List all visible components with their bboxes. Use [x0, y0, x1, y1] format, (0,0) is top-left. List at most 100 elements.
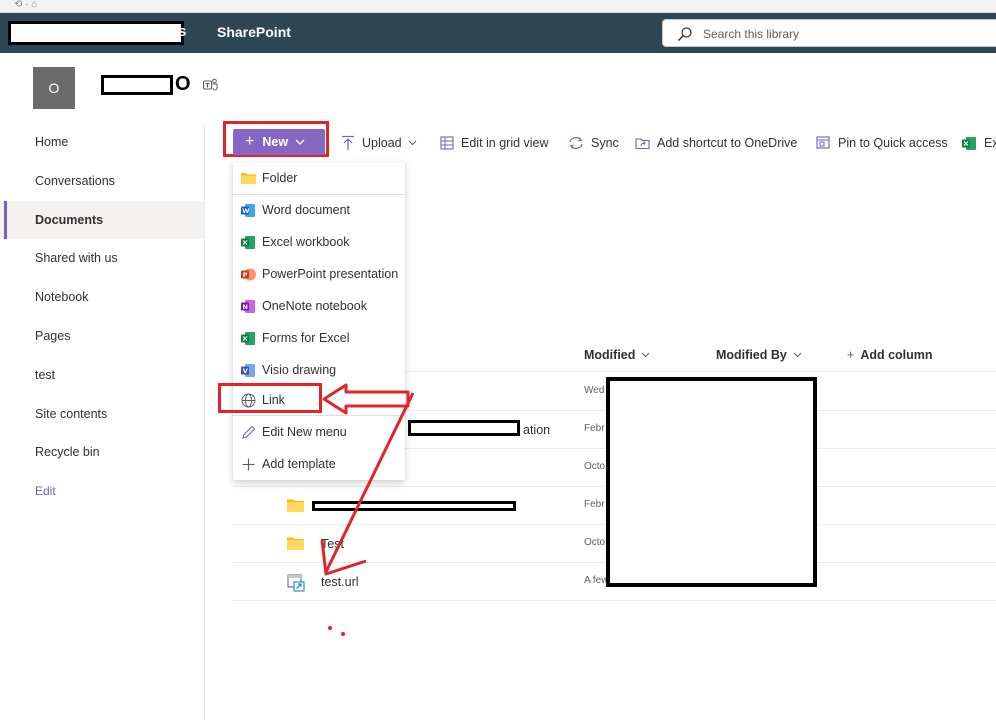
- add-column-button[interactable]: + Add column: [847, 348, 933, 362]
- plus-icon: +: [245, 133, 255, 150]
- menu-item-label: Edit New menu: [262, 425, 347, 439]
- site-logo[interactable]: O: [33, 67, 75, 109]
- menu-divider: [233, 194, 405, 195]
- edit-grid-view-button[interactable]: Edit in grid view: [440, 133, 549, 153]
- row-modified: Febr: [584, 499, 605, 510]
- row-modified: Octo: [584, 461, 606, 472]
- site-name-trail: O: [175, 73, 191, 95]
- nav-item-documents[interactable]: Documents: [0, 200, 204, 240]
- export-excel-label: Ex: [984, 136, 996, 150]
- menu-item-label: Forms for Excel: [262, 331, 350, 345]
- folder-icon: [240, 173, 256, 184]
- pencil-icon: [241, 425, 255, 439]
- browser-chrome: ⟲ · ⌂: [0, 0, 996, 13]
- row-modified: Octo: [584, 537, 606, 548]
- menu-item-folder[interactable]: Folder: [233, 164, 405, 192]
- svg-text:W: W: [242, 207, 249, 215]
- menu-item-label: Excel workbook: [262, 235, 350, 249]
- pin-quick-access-label: Pin to Quick access: [838, 136, 948, 150]
- search-input[interactable]: [703, 24, 983, 44]
- nav-edit-link[interactable]: Edit: [0, 472, 204, 511]
- search-icon: [678, 27, 692, 41]
- red-dot: [328, 626, 332, 630]
- pin-icon: [816, 136, 830, 149]
- redacted-area: [606, 377, 817, 587]
- nav-item-shared-with-us[interactable]: Shared with us: [0, 239, 204, 278]
- menu-item-add-template[interactable]: Add template: [233, 450, 405, 478]
- menu-item-label: Word document: [262, 203, 351, 217]
- row-modified: Wed: [584, 385, 605, 396]
- menu-item-word[interactable]: W Word document: [233, 196, 405, 224]
- add-shortcut-label: Add shortcut to OneDrive: [657, 136, 798, 150]
- suite-bar: s SharePoint: [0, 13, 996, 53]
- nav-item-test[interactable]: test: [0, 356, 204, 395]
- menu-item-edit-new-menu[interactable]: Edit New menu: [233, 418, 405, 446]
- redacted-site-name: [101, 75, 173, 95]
- menu-divider: [233, 415, 405, 416]
- chevron-down-icon: [793, 352, 802, 358]
- row-name[interactable]: ation: [523, 423, 550, 437]
- upload-icon: [342, 135, 354, 150]
- svg-text:P: P: [242, 271, 247, 279]
- nav-item-pages[interactable]: Pages: [0, 317, 204, 356]
- link-annotation: [218, 383, 322, 413]
- nav-item-conversations[interactable]: Conversations: [0, 162, 204, 201]
- plus-icon: +: [847, 348, 855, 362]
- left-nav: Home Conversations Documents Shared with…: [0, 123, 205, 720]
- menu-item-label: OneNote notebook: [262, 299, 367, 313]
- folder-icon: [287, 499, 304, 512]
- upload-label: Upload: [362, 136, 402, 150]
- menu-item-label: Folder: [262, 171, 298, 185]
- menu-item-label: Visio drawing: [262, 363, 337, 377]
- nav-item-home[interactable]: Home: [0, 123, 204, 162]
- excel-icon: [240, 235, 255, 249]
- folder-icon: [287, 537, 304, 550]
- menu-item-label: PowerPoint presentation: [262, 267, 399, 281]
- add-shortcut-button[interactable]: Add shortcut to OneDrive: [635, 133, 797, 153]
- sync-icon: [569, 137, 583, 149]
- suite-app-name[interactable]: SharePoint: [217, 24, 291, 40]
- nav-item-recycle-bin[interactable]: Recycle bin: [0, 433, 204, 472]
- teams-icon[interactable]: T: [203, 78, 218, 92]
- url-file-icon: [287, 574, 305, 592]
- column-modified-label: Modified: [584, 348, 636, 362]
- chevron-down-icon: [408, 140, 417, 146]
- svg-text:V: V: [242, 367, 247, 375]
- suite-title-trail: s: [178, 23, 187, 40]
- powerpoint-icon: P: [240, 268, 256, 280]
- menu-item-label: Add template: [262, 457, 336, 471]
- grid-icon: [440, 136, 454, 150]
- redacted-area: [408, 420, 520, 436]
- excel-icon: [962, 136, 976, 150]
- menu-item-powerpoint[interactable]: P PowerPoint presentation: [233, 260, 405, 288]
- new-button-label: New: [262, 135, 289, 149]
- export-excel-button[interactable]: Ex: [962, 133, 996, 153]
- menu-item-forms-excel[interactable]: Forms for Excel: [233, 324, 405, 352]
- upload-button[interactable]: Upload: [341, 133, 424, 153]
- onenote-icon: N: [240, 299, 255, 313]
- sync-button[interactable]: Sync: [568, 133, 619, 153]
- word-icon: W: [240, 203, 255, 217]
- row-name[interactable]: Test: [321, 537, 344, 551]
- chevron-down-icon: [642, 352, 650, 358]
- row-modified: Febr: [584, 423, 605, 434]
- site-header: O O T: [0, 53, 996, 123]
- column-modified-by[interactable]: Modified By: [716, 348, 802, 362]
- search-box[interactable]: [662, 19, 996, 47]
- edit-grid-view-label: Edit in grid view: [461, 136, 549, 150]
- pin-quick-access-button[interactable]: Pin to Quick access: [816, 133, 948, 153]
- nav-item-notebook[interactable]: Notebook: [0, 278, 204, 317]
- row-modified: A few: [584, 575, 609, 586]
- new-button[interactable]: + New: [233, 129, 325, 155]
- nav-item-site-contents[interactable]: Site contents: [0, 395, 204, 434]
- menu-item-excel[interactable]: Excel workbook: [233, 228, 405, 256]
- site-logo-letter: O: [48, 80, 60, 96]
- menu-item-onenote[interactable]: N OneNote notebook: [233, 292, 405, 320]
- menu-item-visio[interactable]: V Visio drawing: [233, 356, 405, 384]
- column-modified[interactable]: Modified: [584, 348, 650, 362]
- row-name[interactable]: test.url: [321, 575, 359, 589]
- new-menu: Folder W Word document Excel workbook P …: [233, 162, 405, 480]
- forms-excel-icon: [240, 331, 255, 345]
- browser-chrome-icons: ⟲ · ⌂: [14, 0, 38, 10]
- column-modified-by-label: Modified By: [716, 348, 787, 362]
